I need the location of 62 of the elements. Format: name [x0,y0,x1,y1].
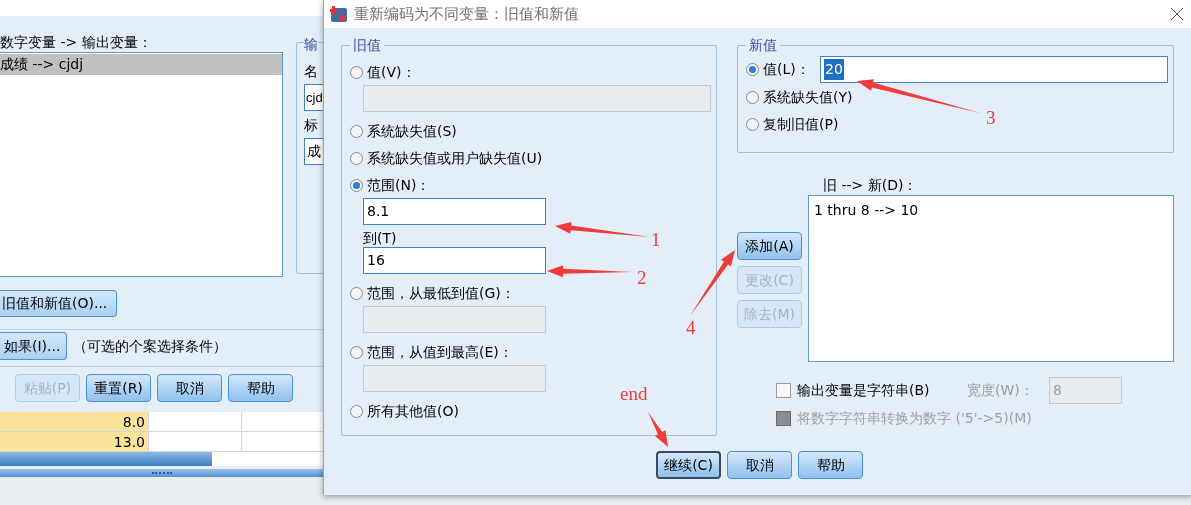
dialog-button[interactable]: 取消 [157,374,222,402]
list-item[interactable]: 1 thru 8 --> 10 [814,200,919,220]
splitter-bar[interactable] [0,469,323,477]
dialog-button[interactable]: 添加(A) [737,232,802,260]
input-field[interactable]: cjd [304,84,323,111]
annotation-label: end [620,384,648,404]
dialog-button[interactable]: 重置(R) [86,374,151,402]
list-label: 旧 --> 新(D)： [822,177,919,195]
grid-cell: 8.0 [0,412,148,431]
radio-button[interactable] [350,65,363,79]
option-label: 范围，从值到最高(E)： [367,342,513,362]
scrollbar[interactable] [0,452,323,466]
checkbox-label: 将数字字符串转换为数字 ('5'->5)(M) [797,408,1032,428]
annotation-label: 3 [986,108,996,128]
list-label: 数字变量 -> 输出变量： [0,34,152,52]
group-legend: 新值 [746,37,780,53]
dialog-button[interactable]: 帮助 [798,451,863,479]
if-button[interactable]: 如果(I)... [0,332,67,360]
radio-button[interactable] [350,286,363,300]
dialog-button[interactable]: 帮助 [228,374,293,402]
option-label: 值(L)： [763,59,811,79]
input-field[interactable]: 成 [304,138,323,165]
list-item[interactable]: 成绩 --> cjdj [0,54,282,75]
option-label: 系统缺失值或用户缺失值(U) [367,148,543,168]
old-new-values-button[interactable]: 旧值和新值(O)... [0,290,117,317]
radio-button[interactable] [350,151,363,165]
input-field[interactable]: 16 [363,247,546,274]
group-legend: 旧值 [350,37,384,53]
option-label: 所有其他值(O) [367,401,459,421]
grid-cell: 13.0 [0,432,148,451]
close-icon[interactable] [1171,8,1183,20]
radio-button[interactable] [746,91,759,104]
if-note: （可选的个案选择条件） [73,336,227,356]
window-title: 重新编码为不同变量：旧值和新值 [354,3,579,25]
field-label: 标 [304,116,319,135]
radio-button[interactable] [350,178,363,192]
option-label: 系统缺失值(S) [367,121,457,141]
radio-button[interactable] [746,62,759,76]
field-label: 到(T) [363,229,397,247]
option-label: 系统缺失值(Y) [763,88,853,107]
dialog-button[interactable]: 取消 [727,451,792,479]
app-icon [330,5,348,23]
input-field[interactable]: 8.1 [363,198,546,225]
radio-button[interactable] [350,345,363,359]
option-label: 范围(N)： [367,175,431,195]
field-label: 名 [304,62,319,81]
annotation-label: 2 [637,268,647,288]
option-label: 复制旧值(P) [763,115,839,134]
option-label: 范围，从最低到值(G)： [367,283,515,303]
annotation-label: 1 [651,230,661,250]
input-field[interactable]: 20 [820,55,1168,83]
annotation-arrow [648,412,668,447]
field-label: 宽度(W)： [967,380,1035,400]
radio-button[interactable] [350,404,363,418]
annotation-label: 4 [686,318,696,338]
option-label: 值(V)： [367,62,416,82]
checkbox-label: 输出变量是字符串(B) [797,380,931,400]
dialog-button[interactable]: 继续(C) [656,451,721,479]
radio-button[interactable] [746,118,759,131]
annotation-arrow [690,250,735,316]
radio-button[interactable] [350,124,363,138]
checkbox[interactable] [776,382,791,398]
